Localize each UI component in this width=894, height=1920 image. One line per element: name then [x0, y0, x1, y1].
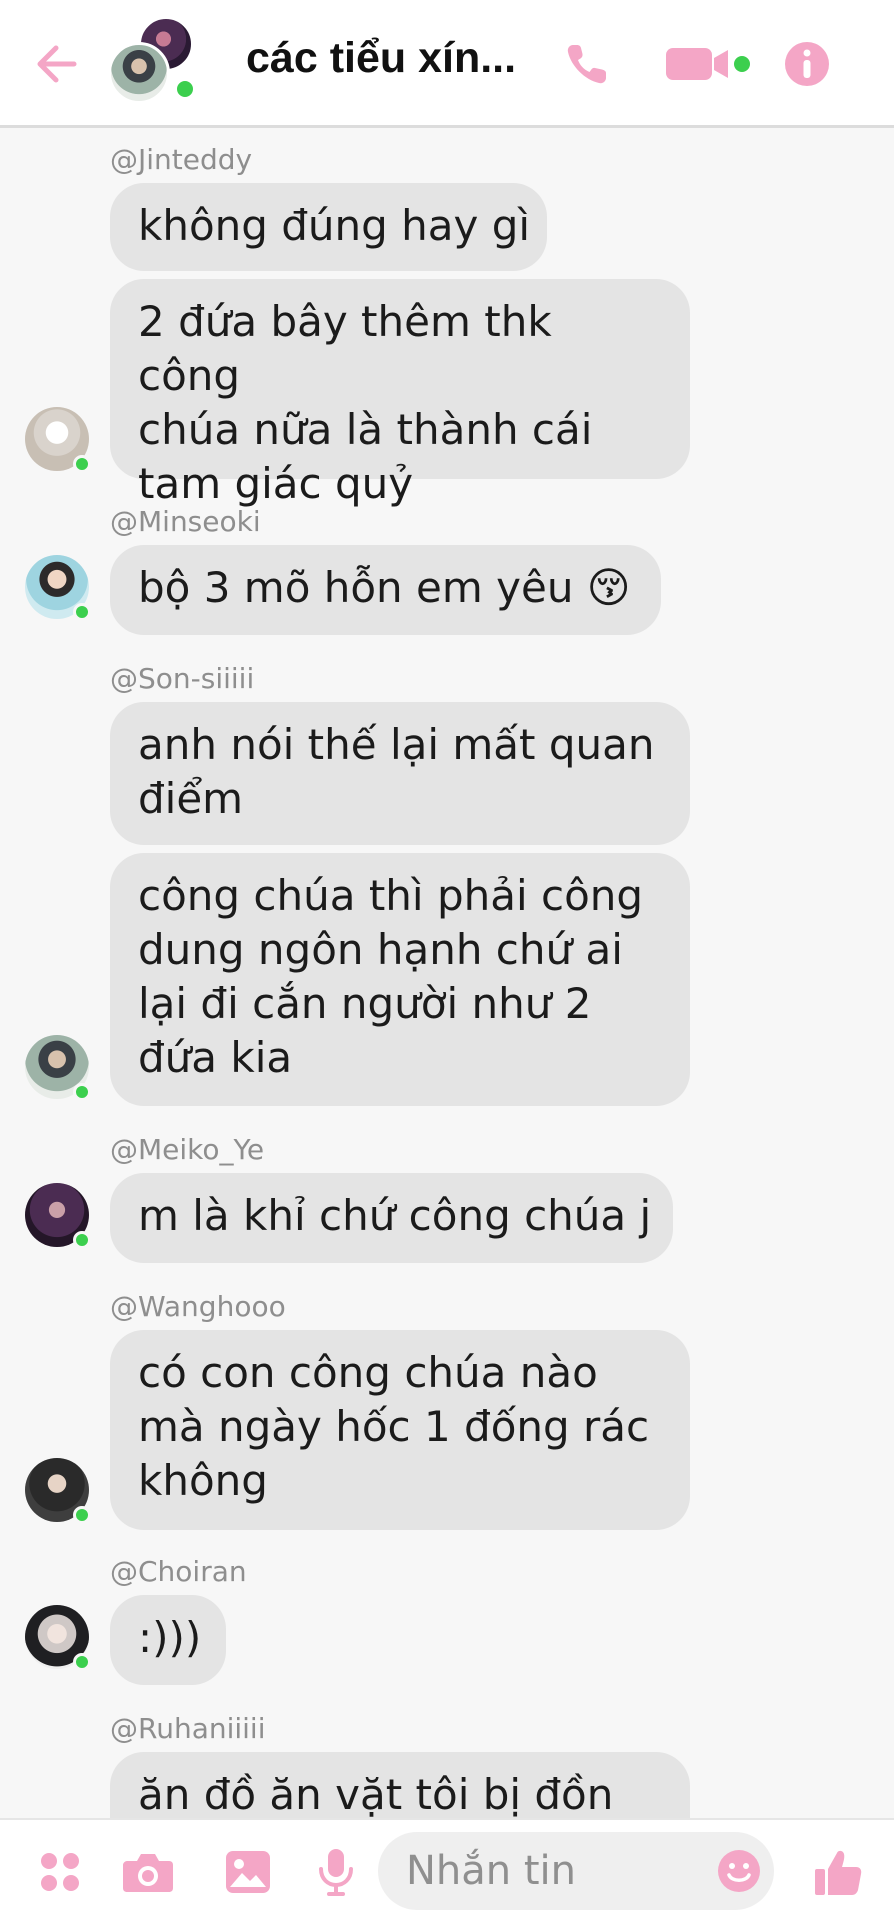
conversation-title[interactable]: các tiểu xín...: [246, 34, 526, 83]
photo-gallery-button[interactable]: [218, 1842, 278, 1902]
sender-name: @Ruhaniiiii: [110, 1712, 266, 1745]
voice-call-button[interactable]: [556, 34, 618, 94]
message-input[interactable]: [406, 1842, 706, 1900]
online-indicator: [73, 1653, 91, 1671]
sender-name: @Jinteddy: [110, 143, 253, 176]
online-indicator: [73, 1231, 91, 1249]
message-list[interactable]: @Jinteddy không đúng hay gì 2 đứa bây th…: [0, 131, 894, 1818]
message-bubble[interactable]: không đúng hay gì: [110, 183, 547, 271]
voice-message-button[interactable]: [306, 1842, 366, 1902]
composer-bar: [0, 1818, 894, 1920]
sender-avatar[interactable]: [25, 1458, 91, 1524]
message-bubble[interactable]: :))): [110, 1595, 226, 1685]
more-apps-button[interactable]: [30, 1842, 90, 1902]
online-indicator: [73, 455, 91, 473]
message-bubble[interactable]: m là khỉ chứ công chúa j: [110, 1173, 673, 1263]
message-bubble[interactable]: ăn đồ ăn vặt tôi bị đồn: [110, 1752, 690, 1818]
thumbs-up-icon: [815, 1850, 862, 1895]
message-bubble[interactable]: bộ 3 mõ hỗn em yêu 😚: [110, 545, 661, 635]
camera-icon: [123, 1854, 173, 1892]
video-call-button[interactable]: [664, 34, 754, 94]
message-bubble[interactable]: 2 đứa bây thêm thk công chúa nữa là thàn…: [110, 279, 690, 508]
conversation-info-button[interactable]: [776, 34, 838, 94]
sender-name: @Wanghooo: [110, 1290, 286, 1323]
sender-avatar[interactable]: [25, 1035, 91, 1101]
sender-name: @Minseoki: [110, 505, 261, 538]
sender-avatar[interactable]: [25, 407, 91, 473]
arrow-left-icon: [37, 45, 77, 83]
image-icon: [226, 1851, 270, 1893]
sender-name: @Son-siiiii: [110, 662, 255, 695]
info-icon: [785, 42, 829, 86]
online-indicator: [73, 1083, 91, 1101]
message-composer[interactable]: [378, 1832, 774, 1910]
emoji-button[interactable]: [710, 1842, 768, 1900]
microphone-icon: [319, 1849, 353, 1896]
message-bubble[interactable]: công chúa thì phải công dung ngôn hạnh c…: [110, 853, 690, 1106]
online-indicator: [174, 78, 196, 100]
sender-avatar[interactable]: [25, 1605, 91, 1671]
sender-avatar[interactable]: [25, 1183, 91, 1249]
phone-icon: [567, 45, 606, 84]
member-avatar: [108, 42, 170, 104]
sender-name: @Meiko_Ye: [110, 1133, 265, 1166]
online-indicator: [73, 1506, 91, 1524]
group-avatar[interactable]: [108, 16, 200, 108]
message-bubble[interactable]: anh nói thế lại mất quan điểm: [110, 702, 690, 845]
smiley-icon: [718, 1850, 760, 1892]
camera-button[interactable]: [118, 1842, 178, 1902]
message-bubble[interactable]: có con công chúa nào mà ngày hốc 1 đống …: [110, 1330, 690, 1530]
chat-header: các tiểu xín...: [0, 0, 894, 128]
online-indicator: [73, 603, 91, 621]
sender-avatar[interactable]: [25, 555, 91, 621]
sender-name: @Choiran: [110, 1555, 247, 1588]
send-like-button[interactable]: [806, 1840, 870, 1904]
apps-grid-icon: [41, 1853, 79, 1891]
back-button[interactable]: [28, 36, 84, 92]
video-camera-icon: [666, 48, 750, 80]
